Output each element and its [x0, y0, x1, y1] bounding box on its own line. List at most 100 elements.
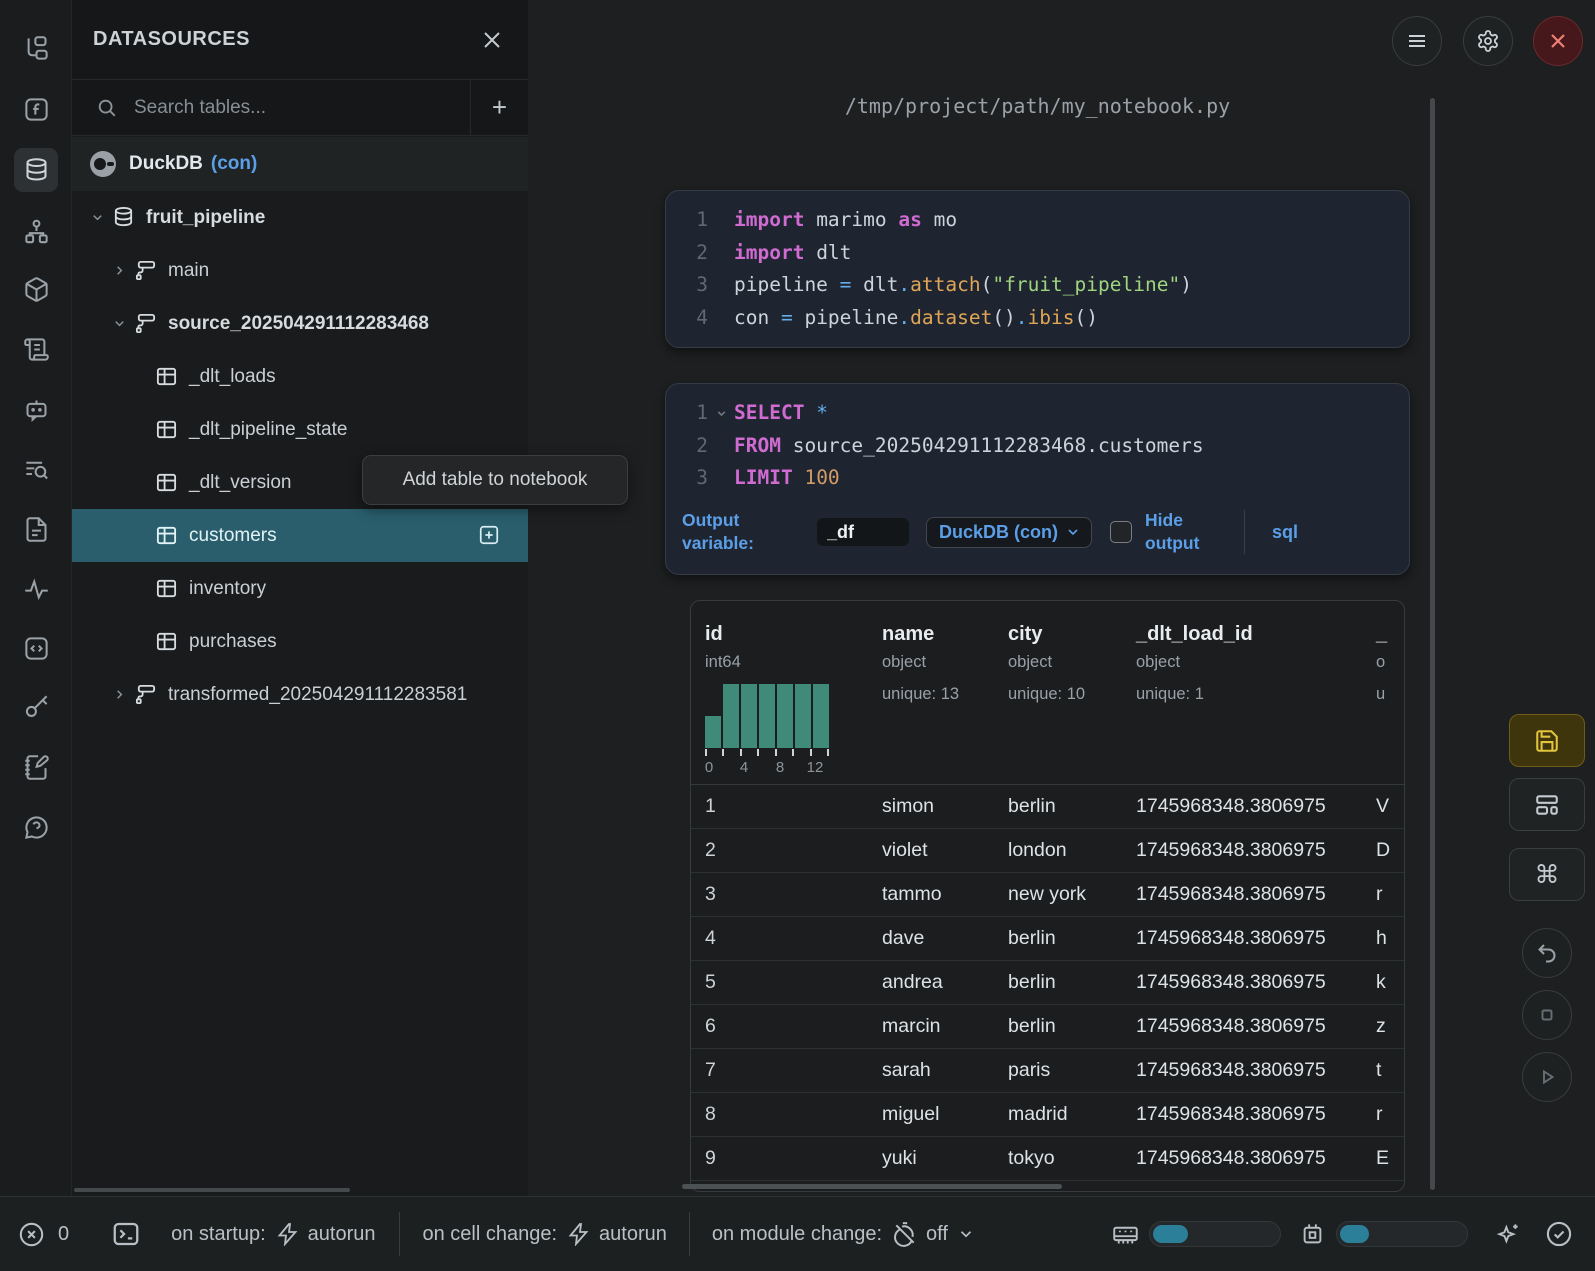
connection-status-button[interactable]	[1545, 1220, 1573, 1248]
shutdown-button[interactable]	[1533, 16, 1583, 66]
chevron-down-icon	[957, 1225, 975, 1243]
schema-icon	[134, 312, 157, 335]
chevron-down-icon	[90, 210, 105, 225]
memory-icon	[1112, 1221, 1139, 1248]
tree-item-schema[interactable]: main	[72, 244, 528, 297]
table-row[interactable]: 3tammonew york1745968348.3806975r	[691, 873, 1404, 917]
layout-button[interactable]	[1509, 778, 1585, 831]
key-icon[interactable]	[14, 685, 58, 729]
tree-item-schema[interactable]: transformed_202504291112283581	[72, 668, 528, 721]
footer-divider	[1244, 510, 1245, 554]
close-panel-icon[interactable]	[480, 28, 504, 52]
floppy-icon	[1534, 728, 1560, 754]
tree-item-table-customers[interactable]: customers	[72, 509, 528, 562]
status-divider	[399, 1212, 400, 1256]
on-startup-toggle[interactable]: on startup: autorun	[171, 1222, 375, 1246]
save-button[interactable]	[1509, 714, 1585, 767]
notebook-pen-icon[interactable]	[14, 745, 58, 789]
line-number: 1	[666, 204, 708, 237]
table-row[interactable]: 6marcinberlin1745968348.3806975z	[691, 1005, 1404, 1049]
line-number: 4	[666, 302, 708, 335]
table-row[interactable]: 1simonberlin1745968348.3806975V	[691, 785, 1404, 829]
ai-assist-button[interactable]	[1494, 1221, 1521, 1248]
datasources-icon[interactable]	[14, 148, 58, 192]
python-code-editor[interactable]: 1import marimo as mo 2import dlt 3pipeli…	[666, 191, 1409, 346]
memory-usage-fill	[1153, 1225, 1188, 1243]
help-message-icon[interactable]	[14, 805, 58, 849]
column-header-city[interactable]: city object unique: 10	[1008, 623, 1136, 784]
memory-meter	[1112, 1221, 1281, 1248]
column-header-name[interactable]: name object unique: 13	[882, 623, 1008, 784]
settings-button[interactable]	[1463, 16, 1513, 66]
add-table-to-notebook-icon[interactable]	[478, 524, 500, 546]
sitemap-icon[interactable]	[14, 209, 58, 253]
column-header-clipped[interactable]: _ o u	[1376, 623, 1405, 784]
engine-select[interactable]: DuckDB (con)	[926, 517, 1092, 548]
column-header-dlt-load-id[interactable]: _dlt_load_id object unique: 1	[1136, 623, 1376, 784]
datasources-header: DATASOURCES	[72, 0, 528, 80]
marimo-app: DATASOURCES + DuckDB (con) fruit_pipelin…	[0, 0, 1595, 1271]
duckdb-logo	[90, 151, 116, 177]
table-row[interactable]: 9yukitokyo1745968348.3806975E	[691, 1137, 1404, 1181]
search-input[interactable]	[134, 97, 470, 119]
notebook-area: /tmp/project/path/my_notebook.py 1import…	[528, 0, 1595, 1196]
id-histogram-labels: 04812	[705, 759, 829, 777]
language-badge[interactable]: sql	[1272, 520, 1298, 544]
tree-item-table[interactable]: purchases	[72, 615, 528, 668]
output-variable-input[interactable]	[817, 518, 909, 546]
run-button[interactable]	[1522, 1052, 1572, 1102]
command-palette-button[interactable]: ⌘	[1509, 848, 1585, 901]
tree-item-table[interactable]: inventory	[72, 562, 528, 615]
file-text-icon[interactable]	[14, 507, 58, 551]
table-row[interactable]: 2violetlondon1745968348.3806975D	[691, 829, 1404, 873]
file-tree-icon[interactable]	[14, 26, 58, 70]
table-row[interactable]: 8miguelmadrid1745968348.3806975r	[691, 1093, 1404, 1137]
terminal-icon	[111, 1219, 141, 1249]
tree-item-schema[interactable]: source_202504291112283468	[72, 297, 528, 350]
vertical-scrollbar[interactable]	[1430, 98, 1435, 1190]
code-square-icon[interactable]	[14, 626, 58, 670]
table-icon	[155, 524, 178, 547]
schema-icon	[134, 683, 157, 706]
column-header-id[interactable]: id int64 04812	[705, 623, 882, 784]
tree-item-table[interactable]: _dlt_loads	[72, 350, 528, 403]
hide-output-checkbox[interactable]	[1110, 521, 1132, 543]
scroll-text-icon[interactable]	[14, 327, 58, 371]
undo-button[interactable]	[1522, 928, 1572, 978]
engine-name: DuckDB	[129, 153, 203, 175]
add-datasource-button[interactable]: +	[471, 80, 528, 136]
tree-item-database[interactable]: fruit_pipeline	[72, 191, 528, 244]
status-divider	[689, 1212, 690, 1256]
on-cell-change-toggle[interactable]: on cell change: autorun	[422, 1222, 666, 1246]
sparkles-icon	[1494, 1221, 1521, 1248]
table-horizontal-scrollbar[interactable]	[682, 1184, 1062, 1189]
table-header-row: id int64 04812 name object unique: 13	[691, 601, 1404, 785]
chevron-down-icon	[1065, 524, 1081, 540]
on-module-change-toggle[interactable]: on module change: off	[712, 1221, 975, 1247]
activity-icon[interactable]	[14, 567, 58, 611]
table-row[interactable]: 4daveberlin1745968348.3806975h	[691, 917, 1404, 961]
command-icon: ⌘	[1535, 860, 1560, 889]
zap-icon	[276, 1222, 300, 1246]
table-row[interactable]: 5andreaberlin1745968348.3806975k	[691, 961, 1404, 1005]
stop-button[interactable]	[1522, 990, 1572, 1040]
id-histogram: 04812	[705, 684, 829, 777]
fold-chevron-icon[interactable]	[708, 397, 734, 430]
function-square-icon[interactable]	[14, 87, 58, 131]
engine-row-duckdb[interactable]: DuckDB (con)	[72, 137, 528, 191]
terminal-button[interactable]	[111, 1219, 141, 1249]
schema-icon	[134, 259, 157, 282]
list-search-icon[interactable]	[14, 447, 58, 491]
bot-icon[interactable]	[14, 387, 58, 431]
search-row: +	[72, 80, 528, 136]
menu-button[interactable]	[1392, 16, 1442, 66]
table-row[interactable]: 7sarahparis1745968348.3806975t	[691, 1049, 1404, 1093]
sidebar-horizontal-scrollbar[interactable]	[74, 1188, 350, 1192]
sql-code-editor[interactable]: 1SELECT * 2FROM source_20250429111228346…	[666, 384, 1409, 499]
package-icon[interactable]	[14, 267, 58, 311]
tree-item-table[interactable]: _dlt_pipeline_state	[72, 403, 528, 456]
errors-indicator[interactable]: 0	[18, 1221, 69, 1248]
sql-cell-footer: Output variable: DuckDB (con) Hide outpu…	[666, 499, 1409, 572]
python-cell[interactable]: 1import marimo as mo 2import dlt 3pipeli…	[665, 190, 1410, 348]
sql-cell[interactable]: 1SELECT * 2FROM source_20250429111228346…	[665, 383, 1410, 575]
